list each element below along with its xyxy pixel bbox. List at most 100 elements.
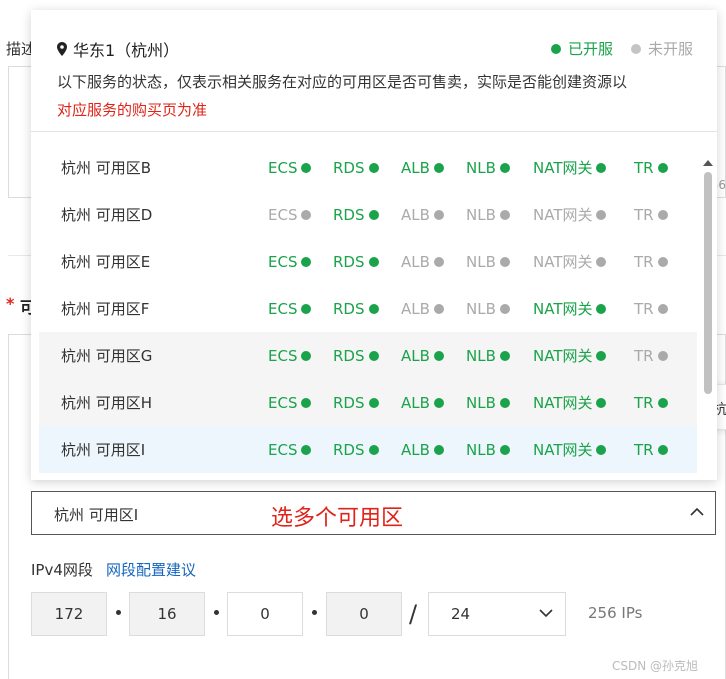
service-status: NAT网关 [533, 345, 607, 366]
service-label: TR [634, 205, 654, 224]
status-dot-icon [499, 209, 510, 220]
region-name: 华东1（杭州） [73, 41, 180, 60]
service-label: ECS [268, 440, 298, 459]
status-dot-icon [499, 303, 510, 314]
service-label: NAT网关 [533, 441, 593, 459]
service-label: ALB [401, 252, 430, 271]
zone-option[interactable]: 杭州 可用区E ECS RDS ALB NLB NAT网关 TR [39, 238, 697, 285]
ipv4-octet-3[interactable]: 0 [227, 592, 303, 636]
status-dot-icon [433, 350, 444, 361]
service-status: RDS [333, 300, 379, 318]
service-label: ECS [268, 205, 298, 224]
notice-warning: 对应服务的购买页为准 [57, 101, 208, 119]
service-label: NAT网关 [533, 253, 593, 271]
status-dot-icon [301, 209, 312, 220]
scroll-thumb[interactable] [704, 172, 712, 394]
notice-text: 以下服务的状态，仅表示相关服务在对应的可用区是否可售卖，实际是否能创建资源以 [57, 73, 628, 91]
status-dot-icon [657, 256, 668, 267]
service-label: ALB [401, 205, 430, 224]
service-label: TR [634, 299, 654, 318]
status-dot-icon [657, 209, 668, 220]
service-status: ALB [401, 253, 444, 271]
scroll-up-icon[interactable] [703, 160, 713, 166]
service-label: ECS [268, 252, 298, 271]
status-dot-icon [433, 397, 444, 408]
service-label: NLB [466, 158, 496, 177]
service-label: TR [634, 393, 654, 412]
service-label: RDS [333, 299, 365, 318]
status-dot-icon [433, 303, 444, 314]
zone-option[interactable]: 杭州 可用区F ECS RDS ALB NLB NAT网关 TR [39, 285, 697, 332]
ipv4-octet-1[interactable]: 172 [31, 592, 107, 636]
service-status: NAT网关 [533, 392, 607, 413]
service-label: ALB [401, 158, 430, 177]
status-dot-icon [596, 350, 607, 361]
zone-dropdown-panel: 华东1（杭州） 已开服 未开服 以下服务的状态，仅表示相关服务在对应的可用区是否… [31, 10, 717, 480]
annotation-text: 选多个可用区 [271, 506, 404, 531]
service-label: ALB [401, 393, 430, 412]
scrollbar[interactable] [703, 160, 713, 476]
ipv4-octet-4[interactable]: 0 [326, 592, 402, 636]
zone-option[interactable]: 杭州 可用区I ECS RDS ALB NLB NAT网关 TR [39, 426, 697, 473]
service-status: TR [634, 394, 668, 412]
service-status: RDS [333, 441, 379, 459]
ipv4-label: IPv4网段 [31, 561, 93, 579]
service-label: NLB [466, 440, 496, 459]
service-status: RDS [333, 206, 379, 224]
region-title: 华东1（杭州） [57, 37, 179, 61]
octet-separator [116, 610, 121, 615]
service-status: RDS [333, 159, 379, 177]
status-dot-icon [368, 256, 379, 267]
chevron-down-icon[interactable] [539, 608, 553, 618]
service-status: RDS [333, 253, 379, 271]
service-status: RDS [333, 347, 379, 365]
service-status: ECS [268, 300, 312, 318]
status-dot-icon [433, 444, 444, 455]
status-dot-icon [657, 350, 668, 361]
service-label: TR [634, 440, 654, 459]
location-pin-icon [57, 42, 67, 56]
service-status: NLB [466, 159, 510, 177]
status-dot-icon [368, 209, 379, 220]
zone-option[interactable]: 杭州 可用区G ECS RDS ALB NLB NAT网关 TR [39, 332, 697, 379]
status-dot-icon [301, 444, 312, 455]
service-status: RDS [333, 394, 379, 412]
status-dot-icon [433, 209, 444, 220]
zone-option-name: 杭州 可用区I [61, 441, 146, 459]
zone-option[interactable]: 杭州 可用区D ECS RDS ALB NLB NAT网关 TR [39, 191, 697, 238]
service-status: ECS [268, 394, 312, 412]
service-status: NLB [466, 206, 510, 224]
legend-closed-label: 未开服 [647, 40, 693, 58]
closed-dot-icon [630, 43, 641, 54]
service-label: RDS [333, 346, 365, 365]
service-status: ECS [268, 205, 312, 224]
subnet-mask-select[interactable]: 24 [428, 592, 566, 636]
service-status: TR [634, 206, 668, 224]
octet-separator [214, 610, 219, 615]
status-dot-icon [368, 444, 379, 455]
ipv4-octet-2[interactable]: 16 [129, 592, 205, 636]
zone-option[interactable]: 杭州 可用区B ECS RDS ALB NLB NAT网关 TR [39, 144, 697, 191]
service-label: ECS [268, 158, 298, 177]
status-dot-icon [301, 162, 312, 173]
status-dot-icon [301, 397, 312, 408]
required-mark: * [6, 294, 15, 313]
status-dot-icon [499, 162, 510, 173]
service-label: NAT网关 [533, 394, 593, 412]
zone-option[interactable]: 杭州 可用区H ECS RDS ALB NLB NAT网关 TR [39, 379, 697, 426]
service-label: NAT网关 [533, 159, 593, 177]
service-status: TR [634, 159, 668, 177]
service-label: TR [634, 346, 654, 365]
status-dot-icon [657, 397, 668, 408]
service-label: TR [634, 158, 654, 177]
chevron-up-icon[interactable] [689, 506, 705, 518]
zone-option-name: 杭州 可用区F [61, 300, 150, 318]
service-label: ALB [401, 299, 430, 318]
status-dot-icon [301, 350, 312, 361]
cidr-advice-link[interactable]: 网段配置建议 [106, 559, 196, 580]
status-dot-icon [657, 162, 668, 173]
service-status: TR [634, 441, 668, 459]
dropdown-header: 华东1（杭州） 已开服 未开服 以下服务的状态，仅表示相关服务在对应的可用区是否… [31, 10, 717, 132]
status-dot-icon [368, 303, 379, 314]
zone-option-name: 杭州 可用区H [61, 394, 153, 412]
